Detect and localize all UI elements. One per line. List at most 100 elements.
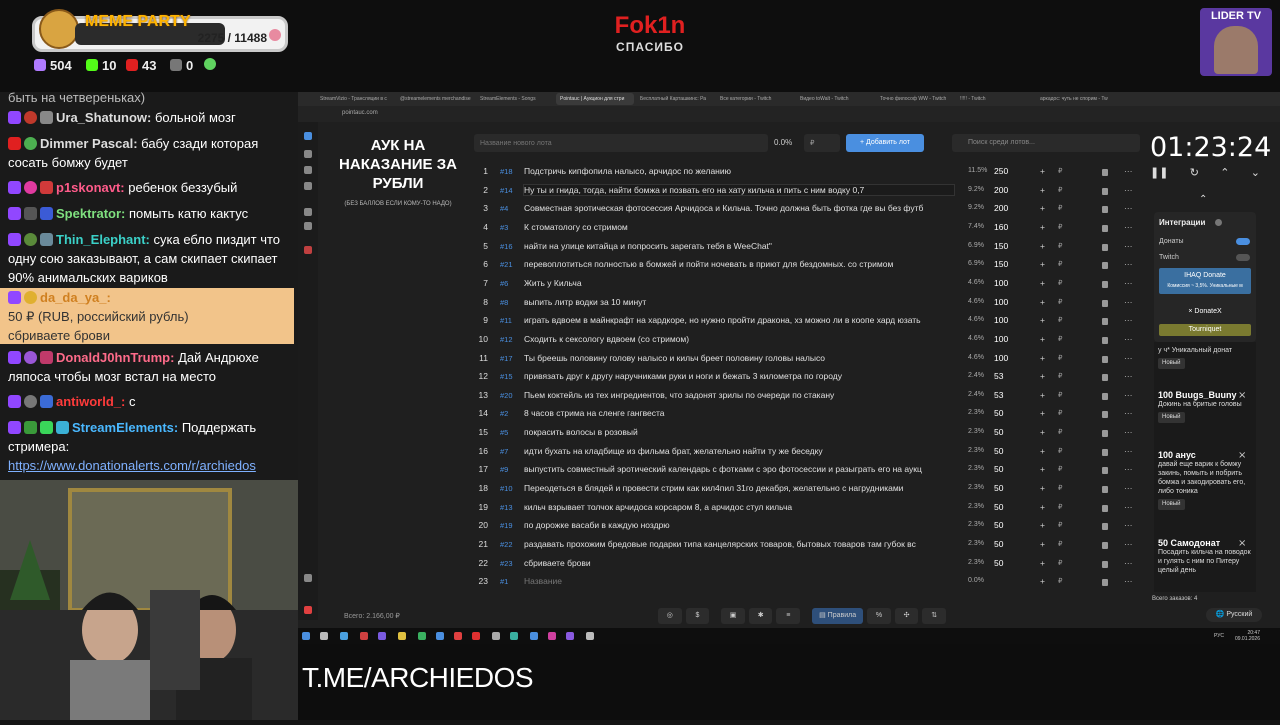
sidebar-icon[interactable] — [304, 606, 312, 614]
more-icon[interactable]: ⋯ — [1124, 241, 1133, 252]
trash-icon[interactable] — [1102, 169, 1108, 176]
save-icon[interactable]: ▣ — [721, 608, 745, 624]
amount-input[interactable]: ₽ — [804, 134, 840, 152]
status-badge[interactable]: Новый — [1158, 358, 1185, 369]
lot-row[interactable]: 20 #19 по дорожке васаби в каждую ноздрю 2.… — [474, 520, 1134, 538]
add-amount-icon[interactable]: + — [1040, 259, 1045, 269]
lot-name[interactable]: Подстричь кипфопила налысо, арчидос по ж… — [524, 166, 954, 176]
trash-icon[interactable] — [1102, 486, 1108, 494]
ruble-icon[interactable]: ₽ — [1058, 335, 1062, 343]
chat-username[interactable]: Thin_Elephant: — [56, 232, 150, 247]
more-icon[interactable]: ⋯ — [1124, 408, 1133, 419]
system-clock[interactable]: 20:47 09.01.2026 — [1235, 630, 1260, 642]
taskbar-app-icon[interactable] — [510, 632, 518, 640]
percent-icon[interactable]: % — [867, 608, 891, 624]
ruble-icon[interactable]: ₽ — [1058, 559, 1062, 567]
trash-icon[interactable] — [1102, 355, 1108, 363]
lot-amount[interactable]: 150 — [994, 241, 1008, 251]
chat-username[interactable]: Ura_Shatunow: — [56, 110, 151, 125]
sidebar-icon[interactable] — [304, 182, 312, 190]
ruble-icon[interactable]: ₽ — [1058, 242, 1062, 250]
taskbar-app-icon[interactable] — [472, 632, 480, 640]
trash-icon[interactable] — [1102, 280, 1108, 288]
collapse-icon[interactable]: ⌃ — [1199, 194, 1207, 205]
lot-name[interactable]: по дорожке васаби в каждую ноздрю — [524, 520, 954, 530]
lot-amount[interactable]: 250 — [994, 166, 1008, 176]
ruble-icon[interactable]: ₽ — [1058, 354, 1062, 362]
telegram-icon[interactable] — [304, 574, 312, 582]
lot-name[interactable]: 8 часов стрима на сленге гангвеста — [524, 408, 954, 418]
add-amount-icon[interactable]: + — [1040, 483, 1045, 493]
settings-icon[interactable] — [304, 150, 312, 158]
add-amount-icon[interactable]: + — [1040, 166, 1045, 176]
ruble-icon[interactable]: ₽ — [1058, 298, 1062, 306]
lot-name[interactable]: Сходить к сексологу вдвоем (со стримом) — [524, 334, 954, 344]
ruble-icon[interactable]: ₽ — [1058, 391, 1062, 399]
status-badge[interactable]: Новый — [1158, 499, 1185, 510]
lot-row[interactable]: 14 #2 8 часов стрима на сленге гангвеста 2.… — [474, 408, 1134, 426]
lot-row[interactable]: 21 #22 раздавать прохожим бредовые подарки… — [474, 539, 1134, 557]
lot-name[interactable]: Пьем коктейль из тех ингредиентов, что з… — [524, 390, 954, 400]
ruble-icon[interactable]: ₽ — [1058, 503, 1062, 511]
more-icon[interactable]: ⋯ — [1124, 520, 1133, 531]
toggle-switch[interactable] — [1215, 219, 1222, 226]
more-icon[interactable]: ⋯ — [1124, 222, 1133, 233]
trash-icon[interactable] — [1102, 374, 1108, 382]
lot-row[interactable]: 22 #23 сбриваете брови 2.3% 50 + ₽ ⋯ — [474, 558, 1134, 576]
ruble-icon[interactable]: ₽ — [1058, 186, 1062, 194]
lot-name[interactable]: сбриваете брови — [524, 558, 954, 568]
trash-icon[interactable] — [1102, 336, 1108, 344]
browser-tab-active[interactable]: Pointauc | Аукцион для стри — [556, 93, 634, 105]
lot-amount[interactable]: 50 — [994, 408, 1003, 418]
taskbar-app-icon[interactable] — [586, 632, 594, 640]
sort-icon[interactable]: ⇅ — [922, 608, 947, 624]
close-icon[interactable]: × — [1238, 538, 1246, 549]
more-icon[interactable]: ⋯ — [1124, 203, 1133, 214]
taskbar-app-icon[interactable] — [360, 632, 368, 640]
status-badge[interactable]: Новый — [1158, 412, 1185, 423]
donation-username[interactable]: da_da_ya_: — [40, 290, 111, 305]
add-amount-icon[interactable]: + — [1040, 576, 1045, 586]
new-lot-input[interactable] — [474, 134, 768, 152]
add-amount-icon[interactable]: + — [1040, 203, 1045, 213]
chevron-up-icon[interactable]: ⌃ — [1220, 166, 1229, 180]
add-amount-icon[interactable]: + — [1040, 241, 1045, 251]
trash-icon[interactable] — [1102, 243, 1108, 251]
twitch-toggle[interactable] — [1236, 254, 1250, 261]
ruble-icon[interactable]: ₽ — [1058, 316, 1062, 324]
taskbar-app-icon[interactable] — [378, 632, 386, 640]
browser-tab[interactable]: @streamelements merchandise — [396, 93, 474, 105]
ruble-icon[interactable]: ₽ — [1058, 447, 1062, 455]
add-amount-icon[interactable]: + — [1040, 297, 1045, 307]
taskbar-app-icon[interactable] — [492, 632, 500, 640]
ruble-icon[interactable]: ₽ — [1058, 540, 1062, 548]
more-icon[interactable]: ⋯ — [1124, 166, 1133, 177]
browser-tab[interactable]: !!!!! - Twitch — [956, 93, 1034, 105]
add-amount-icon[interactable]: + — [1040, 520, 1045, 530]
lot-row[interactable]: 3 #4 Совместная эротическая фотосессия Арч… — [474, 203, 1134, 221]
lot-name[interactable]: перевоплотиться полностью в бомжей и пой… — [524, 259, 954, 269]
more-icon[interactable]: ⋯ — [1124, 259, 1133, 270]
trash-icon[interactable] — [1102, 411, 1108, 419]
lot-amount[interactable]: 53 — [994, 371, 1003, 381]
chat-username[interactable]: p1skonavt: — [56, 180, 125, 195]
ruble-icon[interactable]: ₽ — [1058, 223, 1062, 231]
ruble-icon[interactable]: ₽ — [1058, 465, 1062, 473]
lot-amount[interactable]: 50 — [994, 539, 1003, 549]
sidebar-icon[interactable] — [304, 246, 312, 254]
ruble-icon[interactable]: ₽ — [1058, 279, 1062, 287]
lot-row[interactable]: 16 #7 идти бухать на кладбище из фильма бр… — [474, 446, 1134, 464]
ruble-icon[interactable]: ₽ — [1058, 409, 1062, 417]
lot-name[interactable]: Название — [524, 576, 954, 586]
donations-toggle[interactable] — [1236, 238, 1250, 245]
sidebar-icon[interactable] — [304, 222, 312, 230]
lot-name[interactable]: идти бухать на кладбище из фильма брат, … — [524, 446, 954, 456]
trash-icon[interactable] — [1102, 430, 1108, 438]
add-amount-icon[interactable]: + — [1040, 222, 1045, 232]
taskbar-app-icon[interactable] — [340, 632, 348, 640]
chat-username[interactable]: antiworld_: — [56, 394, 125, 409]
chat-username[interactable]: DonaldJ0hnTrump: — [56, 350, 174, 365]
windows-icon[interactable] — [302, 632, 310, 640]
donation-link[interactable]: https://www.donationalerts.com/r/archied… — [8, 458, 256, 473]
more-icon[interactable]: ⋯ — [1124, 371, 1133, 382]
